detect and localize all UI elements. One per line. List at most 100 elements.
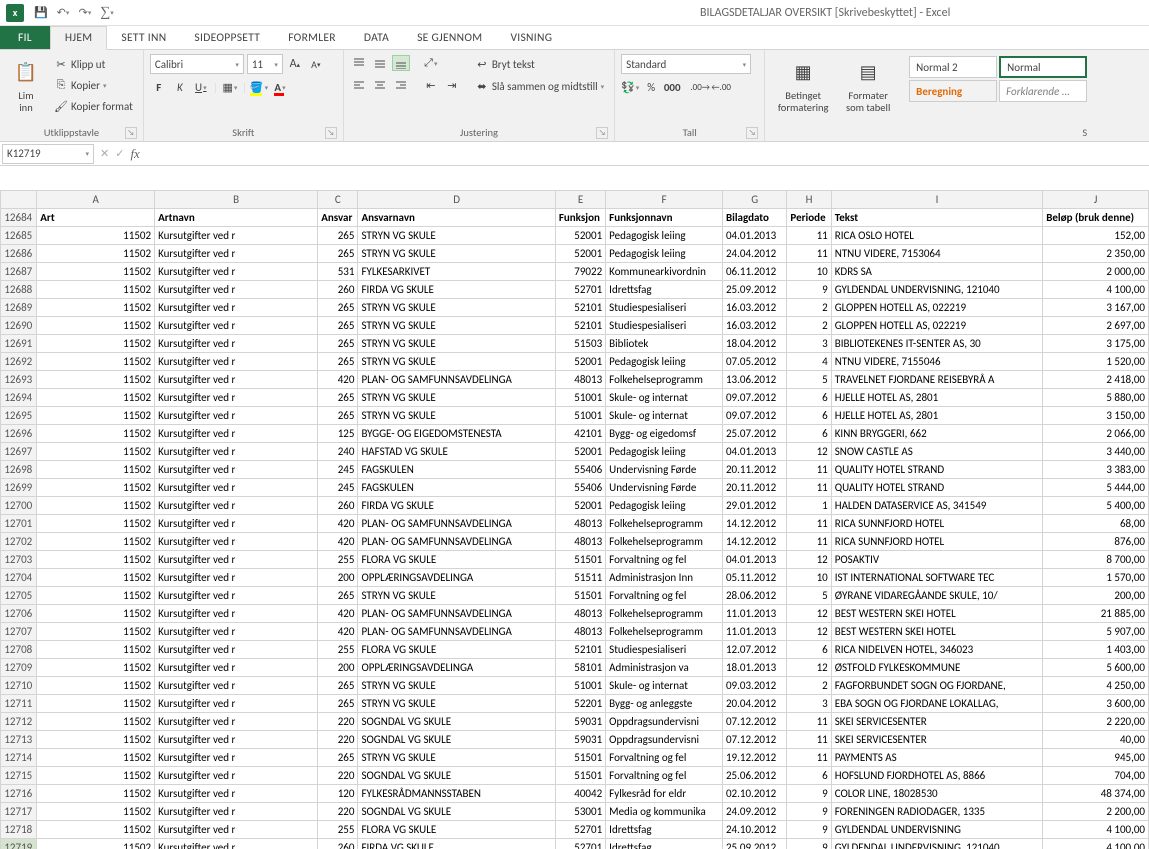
cell[interactable]: 12	[787, 443, 831, 461]
cell[interactable]: PLAN- OG SAMFUNNSAVDELINGA	[358, 623, 555, 641]
cell[interactable]: FLORA VG SKULE	[358, 821, 555, 839]
underline-button[interactable]: U	[192, 78, 210, 96]
cell[interactable]: 11502	[37, 389, 155, 407]
cell[interactable]: 6	[787, 425, 831, 443]
row-header[interactable]: 12697	[1, 443, 37, 461]
cell[interactable]: 5 400,00	[1043, 497, 1149, 515]
cell[interactable]: Kursutgifter ved r	[155, 461, 318, 479]
cell[interactable]: FAGSKULEN	[358, 479, 555, 497]
cell[interactable]: FIRDA VG SKULE	[358, 497, 555, 515]
cell[interactable]: 18.04.2012	[722, 335, 786, 353]
row-header[interactable]: 12698	[1, 461, 37, 479]
cell[interactable]: 12	[787, 659, 831, 677]
column-header-C[interactable]: C	[318, 191, 358, 209]
cell[interactable]: 48013	[555, 605, 605, 623]
cell[interactable]: Kursutgifter ved r	[155, 713, 318, 731]
cell[interactable]: 2	[787, 317, 831, 335]
cell[interactable]: 220	[318, 731, 358, 749]
cell[interactable]: Bibliotek	[606, 335, 723, 353]
cell[interactable]: 8 700,00	[1043, 551, 1149, 569]
cell[interactable]: Tekst	[831, 209, 1042, 227]
row-header[interactable]: 12708	[1, 641, 37, 659]
cell[interactable]: QUALITY HOTEL STRAND	[831, 461, 1042, 479]
cell[interactable]: 48013	[555, 623, 605, 641]
cell[interactable]: 51001	[555, 389, 605, 407]
row-header[interactable]: 12692	[1, 353, 37, 371]
cell[interactable]: 55406	[555, 461, 605, 479]
cell[interactable]: 6	[787, 641, 831, 659]
cell[interactable]: 25.09.2012	[722, 839, 786, 849]
cell[interactable]: Folkehelseprogramm	[606, 605, 723, 623]
cell[interactable]: 11502	[37, 839, 155, 849]
row-header[interactable]: 12696	[1, 425, 37, 443]
row-header[interactable]: 12688	[1, 281, 37, 299]
cell[interactable]: 79022	[555, 263, 605, 281]
decrease-indent-icon[interactable]: ⇤	[422, 76, 440, 94]
cell[interactable]: 24.04.2012	[722, 245, 786, 263]
cell[interactable]: 11	[787, 731, 831, 749]
cell[interactable]: 200	[318, 569, 358, 587]
font-size-select[interactable]: 11▾	[247, 54, 283, 74]
cell[interactable]: 4 100,00	[1043, 839, 1149, 849]
cell[interactable]: Kursutgifter ved r	[155, 749, 318, 767]
cell[interactable]: 11502	[37, 767, 155, 785]
cell[interactable]: 12	[787, 605, 831, 623]
cell[interactable]: Kursutgifter ved r	[155, 425, 318, 443]
cell[interactable]: 265	[318, 227, 358, 245]
cell[interactable]: BIBLIOTEKENES IT-SENTER AS, 30	[831, 335, 1042, 353]
cell[interactable]: 11502	[37, 605, 155, 623]
cell[interactable]: 420	[318, 371, 358, 389]
style-normal2[interactable]: Normal 2	[909, 56, 997, 78]
cell[interactable]: 19.12.2012	[722, 749, 786, 767]
cell[interactable]: 51001	[555, 407, 605, 425]
cell[interactable]: 265	[318, 317, 358, 335]
cell[interactable]: Kommunearkivordnin	[606, 263, 723, 281]
row-header[interactable]: 12701	[1, 515, 37, 533]
cell[interactable]: OPPLÆRINGSAVDELINGA	[358, 659, 555, 677]
cell[interactable]: HJELLE HOTEL AS, 2801	[831, 407, 1042, 425]
row-header[interactable]: 12714	[1, 749, 37, 767]
cell[interactable]: 5 444,00	[1043, 479, 1149, 497]
cell[interactable]: 11502	[37, 569, 155, 587]
cell[interactable]: 16.03.2012	[722, 299, 786, 317]
cell[interactable]: Artnavn	[155, 209, 318, 227]
cell[interactable]: 245	[318, 461, 358, 479]
cell[interactable]: Kursutgifter ved r	[155, 821, 318, 839]
cell[interactable]: 11502	[37, 317, 155, 335]
cell[interactable]: 420	[318, 533, 358, 551]
cell[interactable]: Kursutgifter ved r	[155, 551, 318, 569]
cell[interactable]: 11502	[37, 227, 155, 245]
format-painter-button[interactable]: 🖌Kopier format	[50, 96, 137, 116]
cell[interactable]: Undervisning Førde	[606, 461, 723, 479]
cell[interactable]: SKEI SERVICESENTER	[831, 731, 1042, 749]
cell[interactable]: 16.03.2012	[722, 317, 786, 335]
cell[interactable]: Funksjon	[555, 209, 605, 227]
row-header[interactable]: 12687	[1, 263, 37, 281]
cell[interactable]: 265	[318, 389, 358, 407]
cell[interactable]: HJELLE HOTEL AS, 2801	[831, 389, 1042, 407]
cell[interactable]: Oppdragsundervisni	[606, 731, 723, 749]
cell[interactable]: GYLDENDAL UNDERVISNING	[831, 821, 1042, 839]
cell[interactable]: Kursutgifter ved r	[155, 839, 318, 849]
cell[interactable]: PAYMENTS AS	[831, 749, 1042, 767]
cell[interactable]: HALDEN DATASERVICE AS, 341549	[831, 497, 1042, 515]
cell[interactable]: SOGNDAL VG SKULE	[358, 803, 555, 821]
cell[interactable]: 52001	[555, 227, 605, 245]
cell[interactable]: Administrasjon Inn	[606, 569, 723, 587]
cell[interactable]: 5 907,00	[1043, 623, 1149, 641]
cell[interactable]: 04.01.2013	[722, 227, 786, 245]
cell[interactable]: Kursutgifter ved r	[155, 407, 318, 425]
column-header-H[interactable]: H	[787, 191, 831, 209]
cell[interactable]: STRYN VG SKULE	[358, 749, 555, 767]
cell[interactable]: 52101	[555, 299, 605, 317]
row-header[interactable]: 12710	[1, 677, 37, 695]
style-forklarende[interactable]: Forklarende ...	[999, 80, 1087, 102]
cell[interactable]: 11502	[37, 749, 155, 767]
number-launcher[interactable]: ↘	[746, 127, 758, 139]
row-header[interactable]: 12712	[1, 713, 37, 731]
clipboard-launcher[interactable]: ↘	[125, 127, 137, 139]
cell[interactable]: 4 100,00	[1043, 821, 1149, 839]
select-all-corner[interactable]	[1, 191, 37, 209]
align-right-icon[interactable]	[392, 77, 410, 93]
cell[interactable]: Periode	[787, 209, 831, 227]
